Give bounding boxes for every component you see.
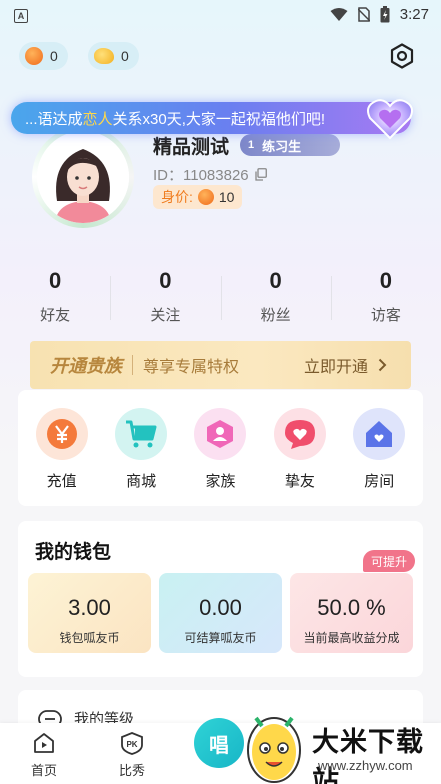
wallet-label: 当前最高收益分成 — [303, 631, 400, 645]
avatar[interactable] — [32, 126, 134, 228]
level-title: 练习生 — [262, 138, 302, 154]
feature-recharge[interactable]: 充值 — [26, 408, 98, 506]
pk-icon: PK — [121, 732, 143, 755]
copy-icon[interactable] — [254, 168, 267, 181]
coin-icon — [197, 189, 214, 205]
feature-room[interactable]: 房间 — [343, 408, 415, 506]
home-icon — [353, 408, 406, 460]
coin-balance: 0 — [50, 48, 58, 64]
status-bar: A 3:27 — [0, 0, 441, 32]
user-id-text: ID：11083826 — [153, 167, 249, 184]
stat-value: 0 — [269, 268, 282, 293]
upgrade-tag[interactable]: 可提升 — [362, 550, 415, 572]
duck-coin-balance: 0 — [121, 48, 129, 64]
stat-label: 关注 — [150, 307, 181, 324]
stat-label: 访客 — [370, 307, 401, 324]
wallet-value: 0.00 — [199, 595, 242, 620]
wallet-value: 3.00 — [68, 595, 111, 620]
app-notification-icon: A — [14, 9, 28, 23]
banner-text-start: ...语达成 — [25, 110, 83, 128]
watermark: 大米下载站 www.zzhyw.com — [240, 700, 441, 784]
worth-badge: 身价: 10 — [153, 185, 243, 209]
stat-friends[interactable]: 0 好友 — [0, 268, 110, 328]
wallet-card: 我的钱包 3.00 钱包呱友币 0.00 可结算呱友币 50.0 % 当前最高收… — [18, 521, 423, 677]
banner-highlight: 恋人 — [82, 110, 113, 128]
heart-badge-icon — [367, 99, 413, 140]
coin-balance-pill[interactable]: 0 — [19, 42, 68, 70]
feature-label: 充值 — [46, 473, 77, 490]
avatar-portrait — [37, 131, 129, 223]
no-sim-icon — [357, 7, 370, 22]
battery-icon — [380, 6, 390, 23]
feature-label: 房间 — [364, 473, 395, 490]
nav-home[interactable]: 首页 — [14, 731, 74, 779]
divider — [132, 355, 133, 375]
duck-coin-icon — [94, 48, 114, 64]
stat-label: 粉丝 — [260, 307, 291, 324]
duck-coin-balance-pill[interactable]: 0 — [88, 42, 139, 70]
nav-pk-label: 比秀 — [118, 763, 145, 778]
level-number: 1 — [248, 139, 255, 151]
worth-label: 身价: — [161, 189, 193, 205]
worth-value: 10 — [218, 189, 235, 205]
feature-mall[interactable]: 商城 — [105, 408, 177, 506]
level-badge[interactable]: 1 练习生 — [240, 134, 340, 156]
wifi-icon — [330, 7, 348, 21]
wallet-label: 钱包呱友币 — [59, 631, 120, 645]
stat-value: 0 — [379, 268, 392, 293]
nickname: 精品测试 — [153, 137, 230, 158]
home-play-icon — [34, 733, 54, 753]
banner-text-end: 关系x30天,大家一起祝福他们吧! — [112, 110, 326, 128]
nobility-open-label: 立即开通 — [303, 359, 368, 376]
wallet-label: 可结算呱友币 — [184, 631, 257, 645]
nobility-desc: 尊享专属特权 — [143, 359, 240, 376]
chevron-right-icon — [378, 358, 387, 372]
feature-close-friend[interactable]: 挚友 — [264, 408, 336, 506]
clock: 3:27 — [399, 6, 429, 23]
feature-grid: 充值 商城 家族 挚友 房间 — [18, 390, 423, 506]
wallet-revenue-share-box[interactable]: 50.0 % 当前最高收益分成 — [290, 573, 413, 653]
settings-gear-icon[interactable] — [389, 43, 415, 69]
nobility-title: 开通贵族 — [50, 356, 122, 376]
user-id: ID：11083826 — [153, 164, 267, 185]
feature-label: 家族 — [205, 473, 236, 490]
feature-family[interactable]: 家族 — [184, 408, 256, 506]
watermark-url: www.zzhyw.com — [318, 758, 413, 773]
sing-button[interactable]: 唱 — [194, 718, 244, 768]
coin-icon — [25, 47, 43, 65]
wallet-settlable-box[interactable]: 0.00 可结算呱友币 — [159, 573, 282, 653]
stat-following[interactable]: 0 关注 — [110, 268, 220, 328]
family-icon — [194, 408, 247, 460]
stat-value: 0 — [49, 268, 62, 293]
stat-fans[interactable]: 0 粉丝 — [220, 268, 331, 328]
nav-home-label: 首页 — [30, 763, 57, 778]
wallet-balance-box[interactable]: 3.00 钱包呱友币 — [28, 573, 151, 653]
watermark-title: 大米下载站 — [312, 727, 424, 784]
watermark-mascot-logo — [247, 716, 301, 783]
feature-label: 挚友 — [284, 473, 315, 490]
cart-icon — [115, 408, 168, 460]
stat-value: 0 — [159, 268, 172, 293]
feature-label: 商城 — [126, 473, 157, 490]
yen-icon — [35, 408, 88, 460]
nav-pk-show[interactable]: PK 比秀 — [102, 731, 162, 779]
stat-label: 好友 — [40, 307, 71, 324]
wallet-title: 我的钱包 — [35, 542, 112, 563]
stats-row: 0 好友 0 关注 0 粉丝 0 访客 — [0, 268, 441, 328]
nobility-banner[interactable]: 开通贵族 尊享专属特权 立即开通 — [30, 341, 411, 389]
stat-visitors[interactable]: 0 访客 — [330, 268, 441, 328]
wallet-value: 50.0 % — [317, 595, 386, 620]
nobility-open-button[interactable]: 立即开通 — [304, 353, 387, 377]
heart-chat-icon — [273, 408, 326, 460]
broadcast-banner[interactable]: ...语达成 恋人 关系x30天,大家一起祝福他们吧! — [11, 102, 411, 134]
pk-badge-text: PK — [126, 740, 137, 749]
